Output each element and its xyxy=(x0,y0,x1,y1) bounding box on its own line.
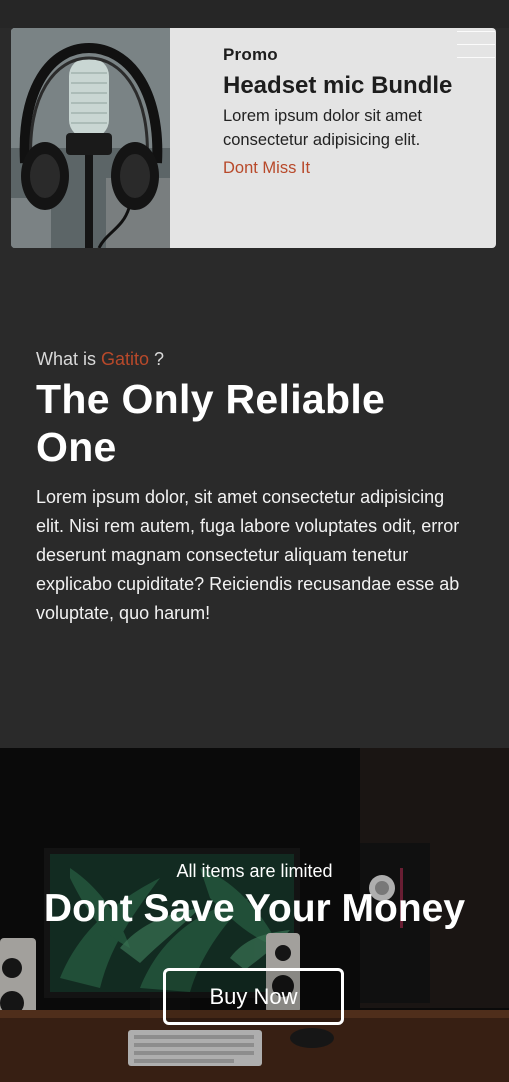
page: Promo Headset mic Bundle Lorem ipsum dol… xyxy=(0,0,509,1082)
eyebrow-brand: Gatito xyxy=(101,349,150,369)
eyebrow-suffix: ? xyxy=(149,349,165,369)
about-title: The Only Reliable One xyxy=(36,376,386,470)
menu-line xyxy=(457,57,495,58)
top-strip xyxy=(0,0,509,28)
promo-card[interactable]: Promo Headset mic Bundle Lorem ipsum dol… xyxy=(11,28,496,248)
promo-description: Lorem ipsum dolor sit amet consectetur a… xyxy=(223,107,422,149)
dont-miss-it-link[interactable]: Dont Miss It xyxy=(223,156,310,180)
headphones-microphone-photo xyxy=(11,28,170,248)
eyebrow-prefix: What is xyxy=(36,349,102,369)
menu-line xyxy=(457,44,495,45)
hero-kicker: All items are limited xyxy=(176,861,333,881)
hamburger-menu-icon[interactable] xyxy=(447,28,497,64)
hero-section: All items are limited Dont Save Your Mon… xyxy=(0,748,509,1082)
about-body: Lorem ipsum dolor, sit amet consectetur … xyxy=(36,487,460,623)
hero-title: Dont Save Your Money xyxy=(43,887,466,930)
buy-now-button[interactable]: Buy Now xyxy=(163,968,344,1025)
promo-title: Headset mic Bundle xyxy=(223,72,453,99)
menu-line xyxy=(457,31,495,32)
about-eyebrow: What is Gatito ? xyxy=(36,346,476,372)
promo-label: Promo xyxy=(223,45,278,64)
promo-text: Promo Headset mic Bundle Lorem ipsum dol… xyxy=(223,44,453,180)
about-section: What is Gatito ? The Only Reliable One L… xyxy=(36,346,476,628)
